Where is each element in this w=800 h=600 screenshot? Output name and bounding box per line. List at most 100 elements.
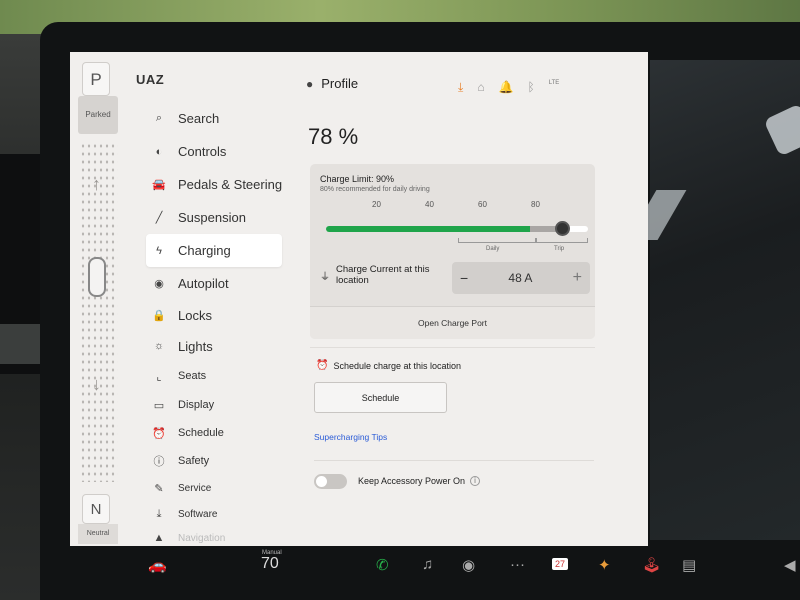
calendar-icon[interactable]: 27 (552, 558, 569, 570)
charge-panel: Charge Limit: 90% 80% recommended for da… (310, 164, 595, 339)
apps-icon[interactable]: ▤ (682, 556, 696, 574)
sidebar-item-label: Service (178, 482, 212, 494)
decrease-button[interactable]: − (460, 270, 468, 286)
tick-label: 60 (478, 200, 487, 209)
sidebar-item-seats[interactable]: ⌞ Seats (146, 361, 286, 391)
sidebar-item-label: Safety (178, 455, 210, 467)
tick-label: 80 (531, 200, 540, 209)
sidebar-item-schedule[interactable]: ⏰ Schedule (146, 419, 286, 447)
sidebar-item-controls[interactable]: ◐ Controls (146, 135, 286, 168)
gear-park[interactable]: P (82, 62, 110, 96)
schedule-heading-text: Schedule charge at this location (333, 360, 462, 371)
zone-daily-label: Daily (486, 246, 500, 252)
dashcam-icon[interactable]: ◉ (462, 556, 475, 574)
supercharging-tips-link[interactable]: Supercharging Tips (314, 432, 387, 442)
search-icon: ⌕ (155, 112, 163, 124)
sidebar-item-display[interactable]: ▭ Display (146, 391, 286, 419)
screen-glare-area (627, 60, 800, 540)
charge-limit-title: Charge Limit: 90% (320, 174, 395, 184)
wrench-icon: ╱ (155, 212, 163, 224)
more-icon[interactable]: ··· (510, 556, 525, 573)
sidebar-item-label: Navigation (178, 532, 226, 544)
open-charge-port-button[interactable]: Open Charge Port (310, 306, 595, 339)
lightning-icon: ϟ (156, 244, 162, 257)
sidebar-item-label: Lights (178, 338, 213, 354)
bluetooth-icon[interactable]: ᛒ (528, 80, 535, 95)
sidebar-item-label: Charging (178, 243, 231, 258)
schedule-button[interactable]: Schedule (314, 382, 447, 413)
wrench-icon: ✎ (154, 482, 164, 495)
sidebar-item-safety[interactable]: ⓘ Safety (146, 447, 286, 475)
gear-neutral[interactable]: N (82, 494, 110, 524)
arcade-icon[interactable]: 🕹 (642, 556, 661, 574)
home-icon[interactable]: ⌂ (477, 80, 484, 95)
sidebar-item-label: Autopilot (178, 276, 229, 291)
navigation-icon: ▲ (153, 532, 165, 544)
charge-current-value: 48 A (508, 271, 533, 285)
steering-icon: ◉ (154, 278, 164, 290)
increase-button[interactable]: + (573, 269, 582, 287)
sidebar-item-lights[interactable]: ☼ Lights (146, 331, 286, 361)
tick-label: 40 (425, 200, 434, 209)
sidebar-item-software[interactable]: ⤓ Software (146, 501, 286, 527)
sidebar-item-autopilot[interactable]: ◉ Autopilot (146, 267, 286, 300)
sidebar-item-pedals-steering[interactable]: 🚘 Pedals & Steering (146, 168, 286, 201)
sidebar-item-label: Controls (178, 144, 227, 159)
alarm-icon: ⏰ (152, 427, 166, 440)
sidebar-item-label: Suspension (178, 210, 246, 225)
sidebar-item-label: Display (178, 399, 215, 411)
seat-icon: ⌞ (156, 370, 162, 383)
gear-neutral-label: Neutral (78, 524, 118, 544)
sidebar-item-label: Schedule (178, 427, 224, 439)
info-icon[interactable]: i (470, 476, 481, 486)
sidebar-item-search[interactable]: ⌕ Search (146, 102, 286, 135)
sidebar-item-navigation[interactable]: ▲ Navigation (146, 527, 286, 546)
sidebar-item-charging[interactable]: ϟ Charging (146, 234, 282, 267)
settings-sidebar: ⌕ Search ◐ Controls 🚘 Pedals & Steering ╱ Su… (146, 102, 286, 546)
car-icon: 🚘 (152, 179, 166, 191)
car-icon (88, 257, 106, 297)
speed-setting[interactable]: 70 (261, 555, 279, 573)
toybox-icon[interactable]: ✦ (598, 556, 611, 574)
charge-limit-note: 80% recommended for daily driving (320, 186, 430, 193)
charge-current-stepper[interactable]: − 48 A + (452, 262, 590, 294)
sidebar-item-service[interactable]: ✎ Service (146, 475, 286, 501)
gear-selector[interactable]: P Parked ↑ ↓ N Neutral (78, 62, 118, 544)
volume-icon[interactable]: ◀ (784, 556, 796, 574)
schedule-heading: ⏰ Schedule charge at this location (316, 360, 461, 371)
bottom-dock: 🚗 Manual 70 ✆ ♫ ◉ ··· 27 ✦ 🕹 ▤ ◀ (120, 548, 800, 600)
info-icon: ⓘ (153, 456, 165, 468)
sidebar-item-label: Software (178, 508, 218, 520)
divider (310, 347, 595, 348)
bell-icon[interactable]: 🔔 (499, 80, 514, 95)
charge-current-label: Charge Current at this location (336, 264, 430, 286)
charge-limit-slider[interactable] (326, 221, 588, 236)
tick-label: 20 (372, 200, 381, 209)
accessory-power-label: Keep Accessory Power On (358, 476, 466, 486)
music-icon[interactable]: ♫ (422, 556, 433, 573)
daily-range-bracket (458, 238, 536, 243)
sidebar-item-label: Pedals & Steering (178, 177, 283, 192)
divider (314, 460, 594, 461)
sidebar-item-locks[interactable]: 🔒 Locks (146, 300, 286, 331)
plug-icon: ⏚ (320, 272, 330, 283)
zone-trip-label: Trip (554, 246, 565, 252)
battery-percent: 78 % (308, 124, 359, 149)
display-icon: ▭ (153, 399, 165, 412)
charge-level-fill (326, 226, 531, 232)
profile-button[interactable]: ● Profile (306, 76, 358, 91)
sidebar-item-suspension[interactable]: ╱ Suspension (146, 201, 286, 234)
car-icon[interactable]: 🚗 (148, 556, 167, 574)
status-icons: ⤓ ⌂ 🔔 ᛒ LTE (458, 80, 559, 95)
download-icon[interactable]: ⤓ (458, 80, 463, 95)
gear-park-label: Parked (78, 96, 118, 134)
phone-icon[interactable]: ✆ (376, 556, 389, 574)
alarm-icon: ⏰ (316, 360, 329, 371)
trip-range-bracket (536, 238, 588, 243)
sidebar-item-label: Locks (178, 308, 212, 323)
charge-limit-ticks: 20 40 60 80 (326, 200, 581, 218)
accessory-power-toggle[interactable] (314, 474, 347, 489)
slider-handle[interactable] (554, 221, 570, 236)
toggle-icon: ◐ (155, 145, 163, 158)
profile-label: Profile (321, 76, 359, 91)
